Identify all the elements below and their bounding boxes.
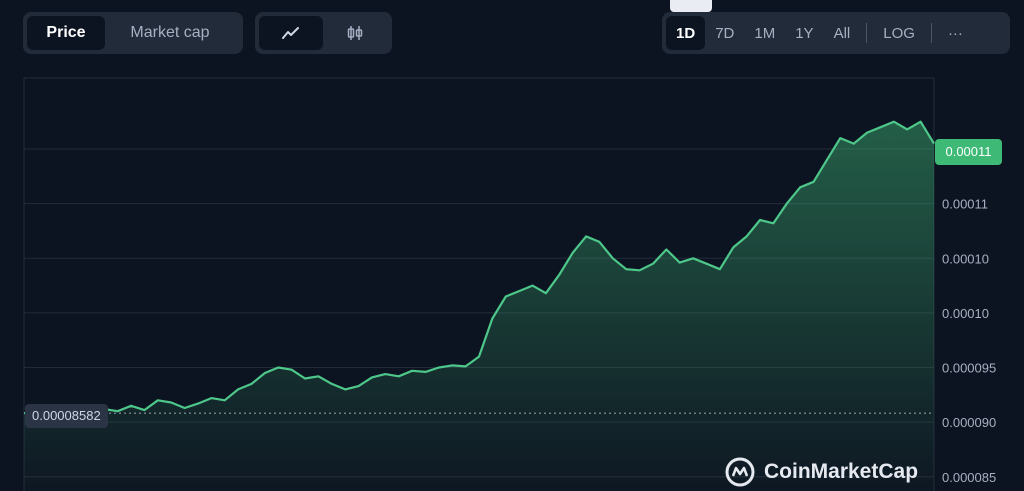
y-tick-label: 0.000095	[942, 361, 996, 376]
price-chart: 0.000110.000110.000100.000100.0000950.00…	[23, 77, 996, 491]
price-area-fill	[24, 121, 934, 491]
coinmarketcap-watermark: CoinMarketCap	[724, 456, 918, 488]
coinmarketcap-logo-icon	[725, 457, 755, 487]
baseline-price-label: 0.00008582	[25, 404, 108, 428]
watermark-text: CoinMarketCap	[764, 460, 919, 483]
y-tick-label: 0.00011	[942, 197, 988, 212]
y-tick-label: 0.00010	[942, 306, 989, 321]
y-tick-label: 0.00010	[942, 251, 989, 266]
y-tick-label: 0.000090	[942, 415, 996, 430]
y-tick-label: 0.000085	[942, 470, 996, 485]
current-price-badge: 0.00011	[935, 139, 1002, 165]
y-axis: 0.000110.000110.000100.000100.0000950.00…	[942, 142, 996, 485]
